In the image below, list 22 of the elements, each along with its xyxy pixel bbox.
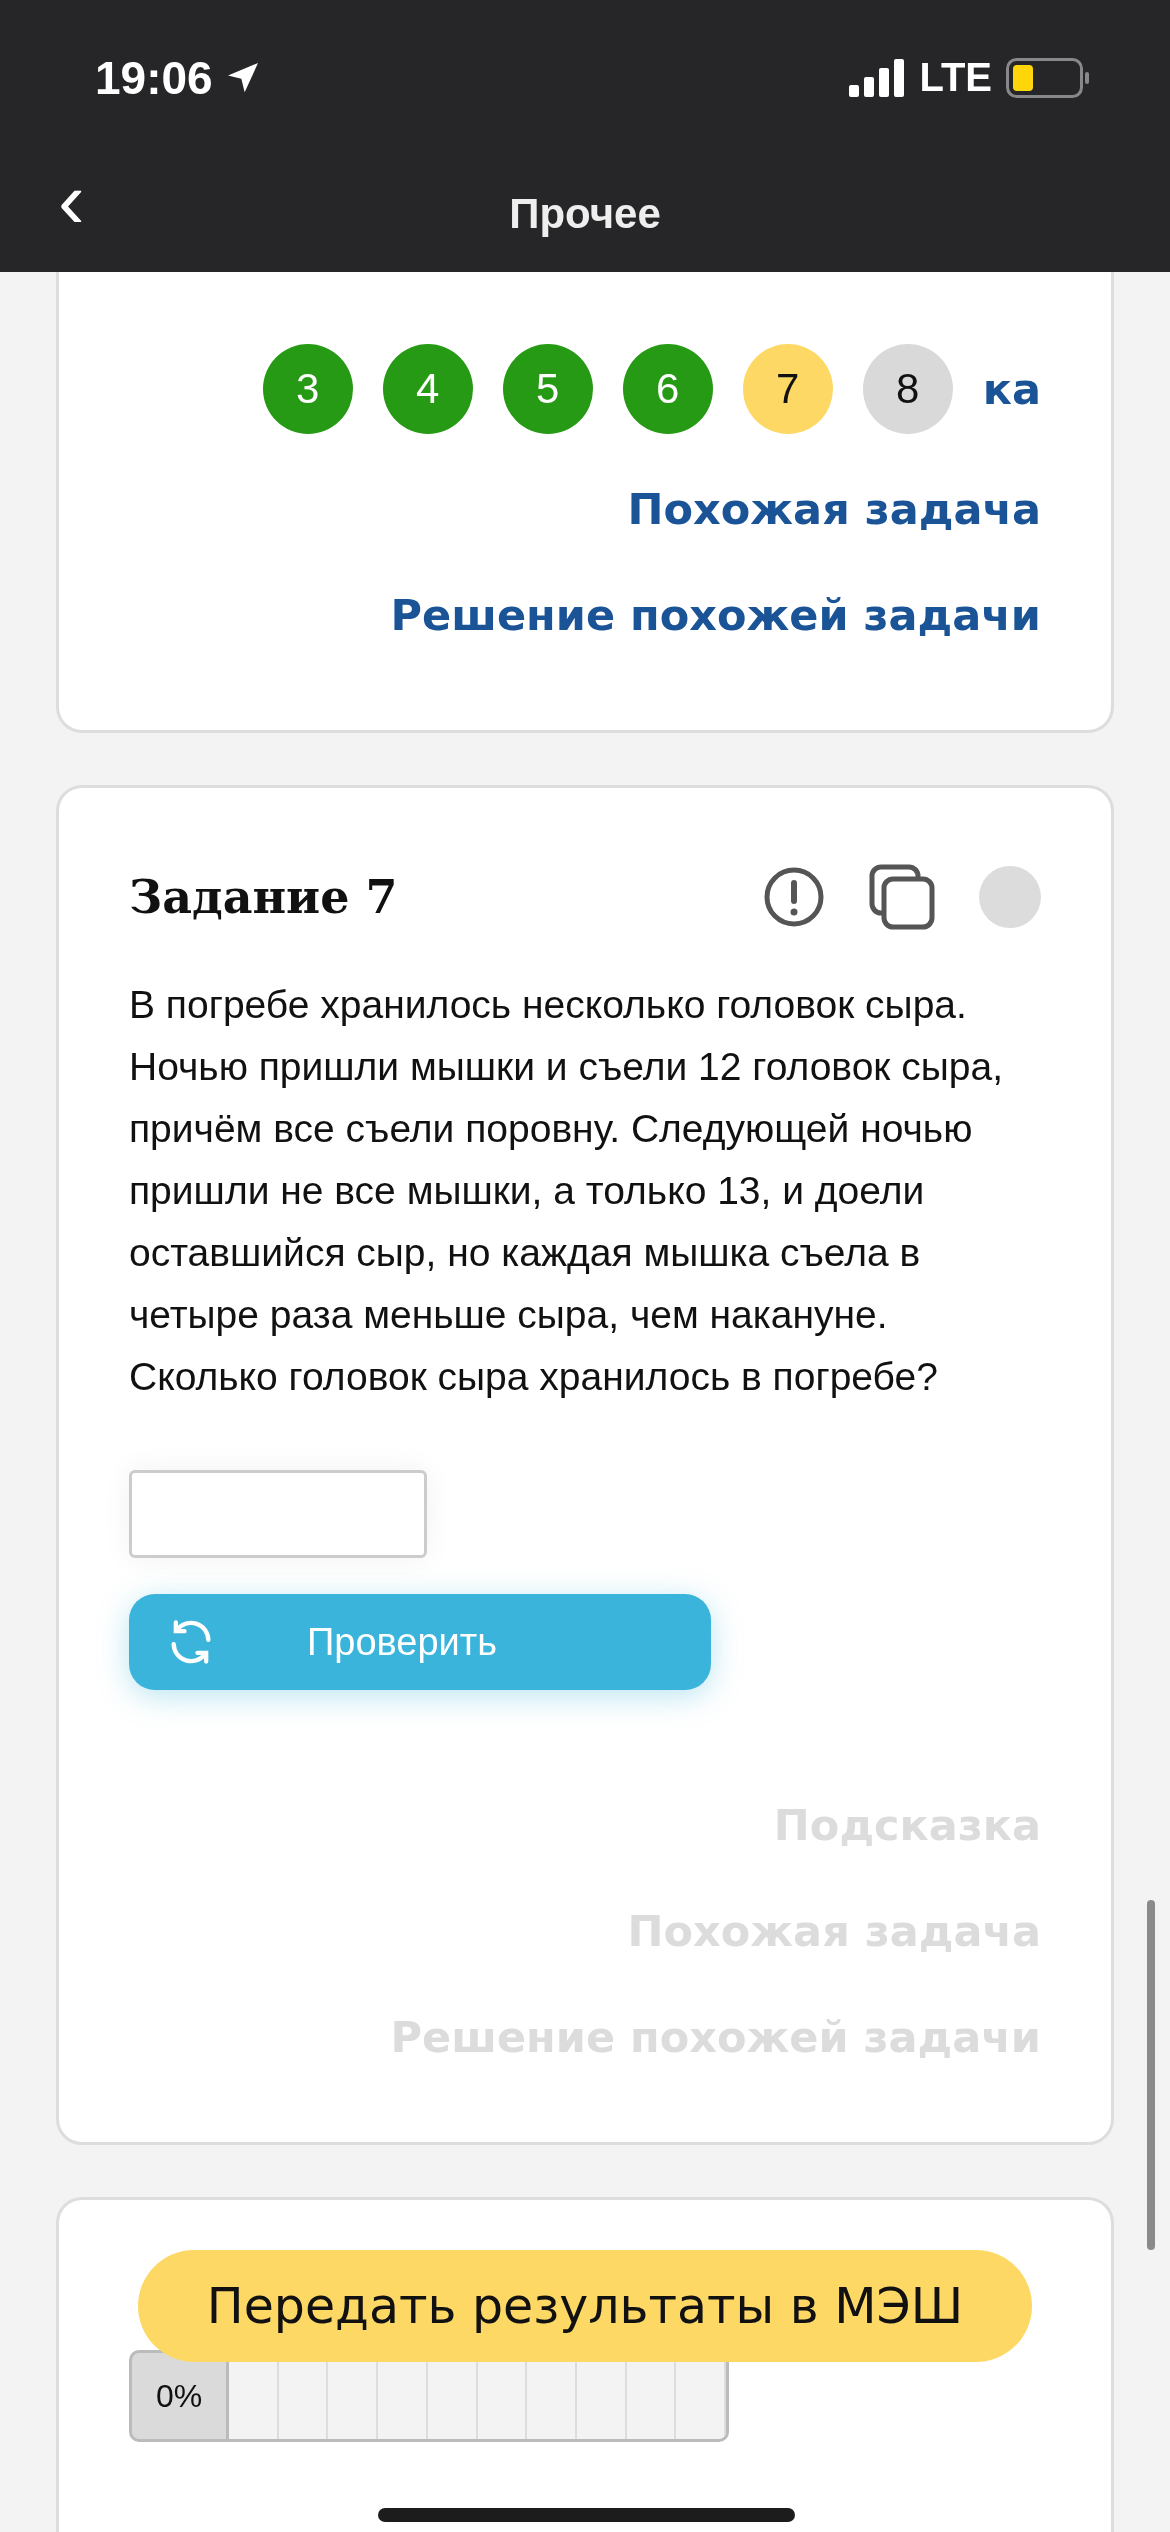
task-text: В погребе хранилось несколько головок сыра. Ночью пришли мышки и съели 12 головок сыра, причём все съели поровну. Следующей ночью пришли не все мышки, а только 13, и доели оставшийся сыр, но каждая мышка съела в четыре раза меньше сыра, чем накануне. Сколько головок сыра хранилось в погребе?: [129, 982, 1004, 1400]
battery-icon: [1006, 57, 1090, 98]
network-label: LTE: [919, 55, 992, 100]
task-step[interactable]: 4: [382, 344, 473, 434]
exclamation-icon[interactable]: [763, 866, 825, 928]
task-link[interactable]: Решение похожей задачи: [390, 590, 1041, 640]
task-step[interactable]: 6: [622, 344, 713, 434]
hint-link[interactable]: ка: [982, 364, 1041, 414]
answer-field[interactable]: [129, 1470, 427, 1558]
task-step[interactable]: 5: [502, 344, 593, 434]
signal-icon: [849, 58, 906, 97]
submit-results-button[interactable]: Передать результаты в МЭШ: [138, 2250, 1032, 2362]
task-title: Задание 7: [129, 870, 398, 924]
screen-title: Прочее: [509, 189, 661, 238]
task-step[interactable]: 7: [742, 344, 833, 434]
back-button[interactable]: ‹: [58, 161, 85, 241]
task-step[interactable]: 8: [862, 344, 953, 434]
status-dot-icon: [979, 866, 1041, 928]
copy-icon[interactable]: [869, 864, 935, 930]
task-link[interactable]: Похожая задача: [627, 484, 1041, 534]
task-step[interactable]: 3: [262, 344, 353, 434]
clock-time: 19:06: [95, 50, 213, 105]
